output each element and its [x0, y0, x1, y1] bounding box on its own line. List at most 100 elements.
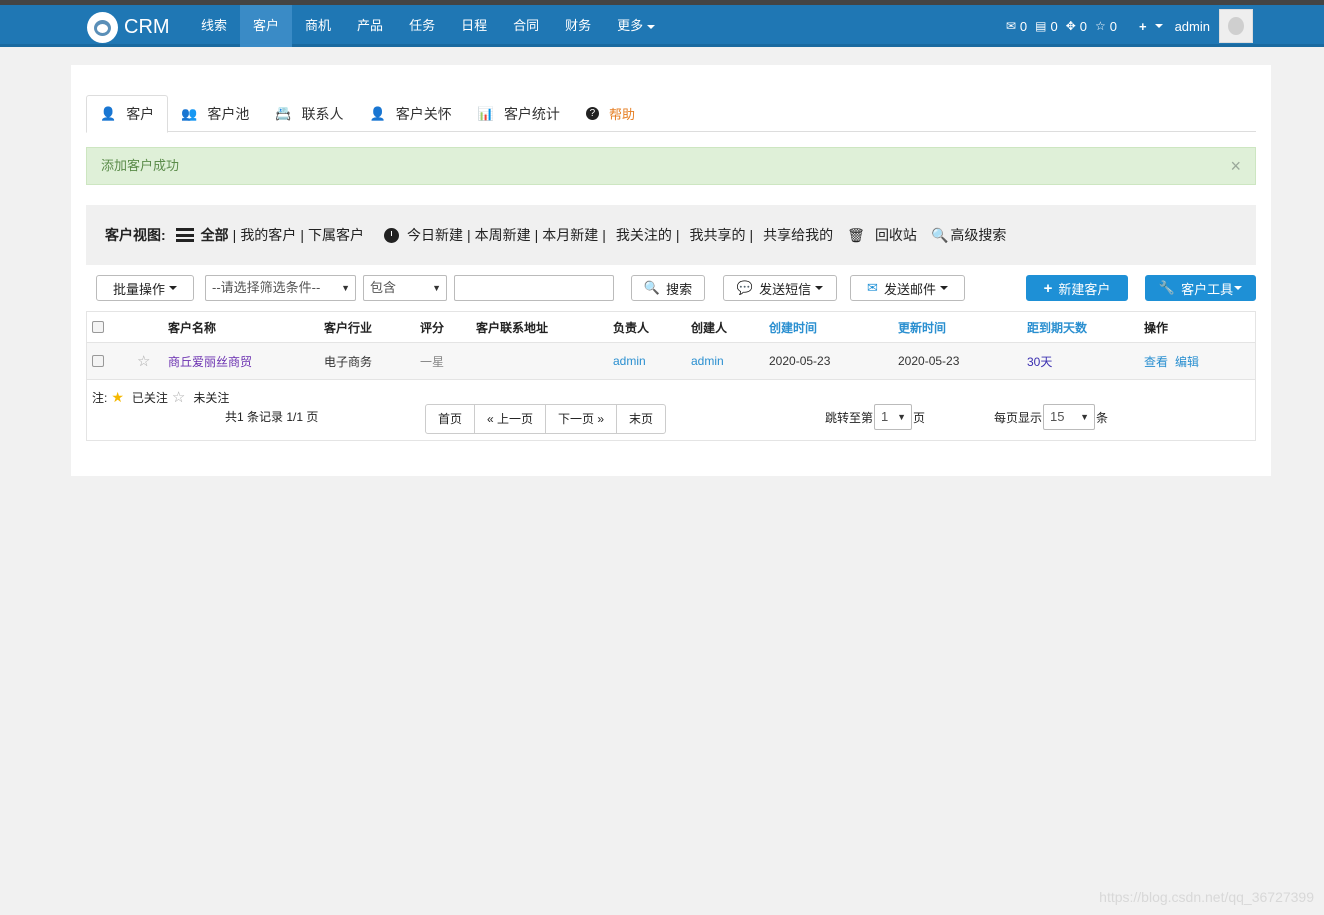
contacts-book-icon: 📇	[275, 105, 292, 121]
move-count-value: 0	[1079, 18, 1087, 34]
header-industry[interactable]: 客户行业	[324, 312, 372, 342]
page-select[interactable]: 1 ▼	[874, 404, 913, 430]
nav-item-leads[interactable]: 线索	[188, 5, 240, 47]
brand[interactable]: CRM	[87, 11, 170, 43]
nav-item-tasks[interactable]: 任务	[396, 5, 448, 47]
move-count[interactable]: ✥ 0	[1066, 19, 1087, 34]
nav-item-finance[interactable]: 财务	[552, 5, 604, 47]
header-address[interactable]: 客户联系地址	[476, 312, 548, 342]
header-creator[interactable]: 创建人	[691, 312, 727, 342]
main-nav: 线索 客户 商机 产品 任务 日程 合同 财务 更多	[188, 5, 668, 47]
recycle-bin-link[interactable]: 回收站	[875, 225, 917, 245]
view-sub-link[interactable]: 下属客户	[308, 225, 364, 245]
header-name[interactable]: 客户名称	[168, 312, 216, 342]
jump-label: 跳转至第	[825, 410, 874, 425]
mail-count[interactable]: ✉ 0	[1006, 19, 1027, 34]
nav-item-more[interactable]: 更多	[604, 5, 668, 47]
main-panel: 👤 客户 👥 客户池 📇 联系人 👤 客户关怀 📊 客户统计 ? 帮助 添加客户成功 × 客…	[71, 65, 1271, 476]
tab-label: 客户关怀	[395, 105, 452, 122]
filter-condition-select[interactable]: --请选择筛选条件-- ▼	[205, 275, 356, 301]
customer-tools-button[interactable]: 🔧 客户工具	[1145, 275, 1256, 301]
message-count[interactable]: ▤ 0	[1035, 19, 1058, 34]
view-mine-link[interactable]: 我的客户	[240, 225, 296, 245]
trash-icon: 🗑	[847, 226, 865, 243]
new-customer-button[interactable]: + 新建客户	[1026, 275, 1128, 301]
question-icon: ?	[585, 107, 599, 120]
quick-add-button[interactable]: +	[1139, 19, 1163, 34]
tab-customers[interactable]: 👤 客户	[86, 95, 169, 133]
last-page-button[interactable]: 末页	[617, 405, 665, 433]
tab-customer-care[interactable]: 👤 客户关怀	[357, 95, 465, 132]
table-row: ☆ 商丘爱丽丝商贸 电子商务 一星 admin admin 2020-05-23…	[87, 343, 1255, 380]
select-arrow-icon: ▼	[341, 283, 350, 293]
nav-item-customers[interactable]: 客户	[240, 5, 293, 47]
header-created-time[interactable]: 创建时间	[769, 312, 817, 342]
plus-icon: +	[1138, 18, 1147, 34]
search-input[interactable]	[454, 275, 614, 301]
nav-item-schedule[interactable]: 日程	[448, 5, 500, 47]
view-month-link[interactable]: 本月新建	[542, 225, 598, 245]
star-count[interactable]: ☆ 0	[1095, 19, 1117, 34]
mail-icon: ✉	[1005, 19, 1016, 33]
separator: |	[466, 227, 471, 243]
view-today-link[interactable]: 今日新建	[407, 225, 463, 245]
batch-operation-button[interactable]: 批量操作	[96, 275, 194, 301]
header-rating[interactable]: 评分	[420, 312, 444, 342]
view-week-link[interactable]: 本周新建	[475, 225, 531, 245]
batch-label: 批量操作	[112, 281, 165, 297]
header-updated-time[interactable]: 更新时间	[898, 312, 946, 342]
tab-contacts[interactable]: 📇 联系人	[262, 95, 356, 132]
select-all-checkbox[interactable]	[92, 312, 104, 342]
customer-name-link[interactable]: 商丘爱丽丝商贸	[168, 343, 252, 379]
follow-star-icon[interactable]: ☆	[137, 343, 150, 379]
nav-item-contracts[interactable]: 合同	[500, 5, 552, 47]
sms-label: 发送短信	[759, 281, 812, 297]
next-page-button[interactable]: 下一页 »	[546, 405, 618, 433]
view-shared-to-me-link[interactable]: 共享给我的	[763, 225, 833, 245]
view-all-link[interactable]: 全部	[201, 225, 229, 245]
message-count-value: 0	[1050, 18, 1058, 34]
edit-link[interactable]: 编辑	[1175, 343, 1199, 379]
view-link[interactable]: 查看	[1144, 343, 1168, 379]
chat-bubble-icon: 💬	[736, 280, 754, 295]
view-follow-link[interactable]: 我关注的	[616, 225, 672, 245]
creator-link[interactable]: admin	[691, 343, 724, 379]
header-days-to-expiry[interactable]: 距到期天数	[1027, 312, 1087, 342]
header-operations: 操作	[1144, 320, 1169, 335]
filter-placeholder: --请选择筛选条件--	[212, 280, 321, 295]
list-icon	[175, 228, 194, 242]
tab-customer-stats[interactable]: 📊 客户统计	[465, 95, 573, 132]
pagination: 首页 « 上一页 下一页 » 末页	[425, 404, 667, 434]
advanced-search-link[interactable]: 高级搜索	[950, 225, 1006, 245]
user-menu[interactable]: admin	[1175, 19, 1210, 34]
search-button[interactable]: 🔍 搜索	[631, 275, 705, 301]
tab-help[interactable]: ? 帮助	[573, 95, 648, 132]
per-page: 每页显示 15 ▼ 条	[994, 404, 1108, 430]
separator: |	[534, 227, 539, 243]
contains-select[interactable]: 包含 ▼	[363, 275, 447, 301]
avatar[interactable]	[1219, 9, 1253, 43]
followed-label: 已关注	[131, 390, 168, 405]
nav-item-opportunities[interactable]: 商机	[292, 5, 344, 47]
owner-link[interactable]: admin	[613, 343, 646, 379]
send-email-button[interactable]: ✉ 发送邮件	[850, 275, 965, 301]
follow-legend: 注: ★ 已关注 ☆ 未关注	[92, 388, 233, 407]
tab-label: 帮助	[608, 107, 635, 122]
close-icon[interactable]: ×	[1230, 148, 1241, 184]
note-prefix: 注:	[92, 390, 108, 405]
header-owner[interactable]: 负责人	[613, 312, 649, 342]
nav-item-products[interactable]: 产品	[344, 5, 396, 47]
per-page-select[interactable]: 15 ▼	[1043, 404, 1096, 430]
send-sms-button[interactable]: 💬 发送短信	[723, 275, 837, 301]
separator: |	[675, 227, 680, 243]
view-shared-link[interactable]: 我共享的	[690, 225, 746, 245]
first-page-button[interactable]: 首页	[426, 405, 476, 433]
new-customer-label: 新建客户	[1058, 281, 1111, 297]
row-checkbox[interactable]	[92, 343, 104, 379]
unfollowed-label: 未关注	[193, 390, 230, 405]
tools-label: 客户工具	[1181, 281, 1234, 297]
days-to-expiry: 30天	[1027, 354, 1053, 369]
tab-customer-pool[interactable]: 👥 客户池	[168, 95, 262, 132]
monkey-logo-icon	[87, 11, 118, 43]
prev-page-button[interactable]: « 上一页	[475, 405, 547, 433]
